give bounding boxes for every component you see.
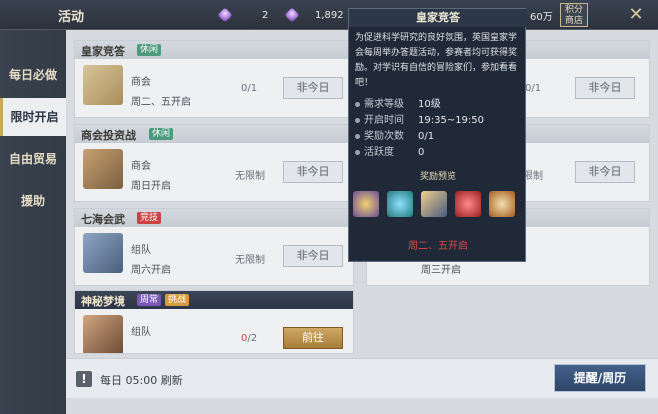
activity-card[interactable]: 商会投资战 休闲 商会 周日开启 无限制 非今日 — [74, 124, 354, 202]
popup-title: 皇家竞答 — [349, 9, 527, 27]
points-shop-button[interactable]: 积分 商店 — [560, 3, 588, 27]
reward-badge-icon[interactable] — [455, 191, 481, 217]
not-today-button[interactable]: 非今日 — [575, 161, 635, 183]
gem-icon — [217, 7, 233, 23]
gem-counter: 2 — [217, 7, 269, 23]
activity-count: 0/2 — [241, 333, 258, 344]
reward-coin-icon[interactable] — [353, 191, 379, 217]
activity-count: 无限制 — [235, 171, 265, 182]
go-button[interactable]: 前往 — [283, 327, 343, 349]
activity-name: 皇家竞答 — [81, 45, 125, 58]
alert-icon: ! — [76, 371, 92, 387]
sidebar: 每日必做 限时开启 自由贸易 援助 — [0, 30, 66, 414]
top-bar: 活动 2 1,892 60万 积分 商店 ✕ — [0, 0, 658, 30]
close-icon[interactable]: ✕ — [626, 5, 646, 25]
gem-value: 2 — [262, 9, 269, 21]
popup-description: 为促进科学研究的良好氛围，英国皇家学会每周举办答题活动，参赛者均可获得奖励。对学… — [355, 33, 518, 88]
activity-card[interactable]: 七海会武 竞技 组队 周六开启 无限制 非今日 — [74, 208, 354, 286]
footer-bar: ! 每日 05:00 刷新 提醒/周历 — [66, 358, 658, 398]
activity-schedule: 周三开启 — [421, 265, 461, 276]
activity-type: 组队 — [131, 245, 151, 256]
activity-count: 无限制 — [235, 255, 265, 266]
refresh-time: 每日 05:00 刷新 — [100, 374, 183, 387]
info-activity: 活跃度 0 — [355, 143, 424, 158]
info-level: 需求等级 10级 — [355, 95, 441, 110]
activity-type: 组队 — [131, 327, 151, 338]
info-time: 开启时间 19:35~19:50 — [355, 111, 484, 126]
activity-count: 0/1 — [525, 83, 542, 94]
activity-type: 商会 — [131, 77, 151, 88]
reward-preview-title: 奖励预览 — [419, 172, 456, 182]
investment-icon — [83, 149, 123, 189]
activity-name: 七海会武 — [81, 213, 125, 226]
coin-value: 1,892 — [315, 9, 344, 21]
reward-item-icon[interactable] — [489, 191, 515, 217]
sidebar-item-aid[interactable]: 援助 — [0, 182, 66, 220]
activity-schedule: 周日开启 — [131, 181, 171, 192]
portrait-icon — [83, 315, 123, 353]
reward-gem-icon[interactable] — [387, 191, 413, 217]
sidebar-item-daily[interactable]: 每日必做 — [0, 56, 66, 94]
reward-scroll-icon[interactable] — [421, 191, 447, 217]
coin-counter: 1,892 — [284, 7, 344, 23]
not-today-button[interactable]: 非今日 — [575, 77, 635, 99]
activity-tag: 休闲 — [137, 44, 162, 56]
activity-tag: 休闲 — [149, 128, 174, 140]
sidebar-item-trade[interactable]: 自由贸易 — [0, 140, 66, 178]
info-reward-count: 奖励次数 0/1 — [355, 127, 434, 142]
coin-icon — [284, 7, 300, 23]
not-today-button[interactable]: 非今日 — [283, 77, 343, 99]
activity-detail-popup: 皇家竞答 为促进科学研究的良好氛围，英国皇家学会每周举办答题活动，参赛者均可获得… — [348, 8, 527, 262]
swords-icon — [83, 233, 123, 273]
not-today-button[interactable]: 非今日 — [283, 161, 343, 183]
activity-card[interactable]: 神秘梦境 周常 挑战 组队 0/2 前往 — [74, 290, 354, 354]
money-value: 60万 — [530, 11, 553, 23]
activity-tag: 周常 — [137, 294, 162, 306]
activity-card[interactable]: 皇家竞答 休闲 商会 周二、五开启 0/1 非今日 — [74, 40, 354, 118]
page-title: 活动 — [58, 10, 85, 25]
activity-name: 神秘梦境 — [81, 295, 125, 308]
popup-schedule: 周二、五开启 — [408, 241, 468, 252]
activity-schedule: 周二、五开启 — [131, 97, 191, 108]
not-today-button[interactable]: 非今日 — [283, 245, 343, 267]
remind-calendar-button[interactable]: 提醒/周历 — [554, 364, 646, 392]
activity-count: 0/1 — [241, 83, 258, 94]
activity-type: 商会 — [131, 161, 151, 172]
activity-tag: 竞技 — [137, 212, 162, 224]
activity-tag-challenge: 挑战 — [165, 294, 190, 306]
scroll-icon — [83, 65, 123, 105]
activity-name: 商会投资战 — [81, 129, 136, 142]
activity-schedule: 周六开启 — [131, 265, 171, 276]
sidebar-item-limited[interactable]: 限时开启 — [0, 98, 66, 136]
